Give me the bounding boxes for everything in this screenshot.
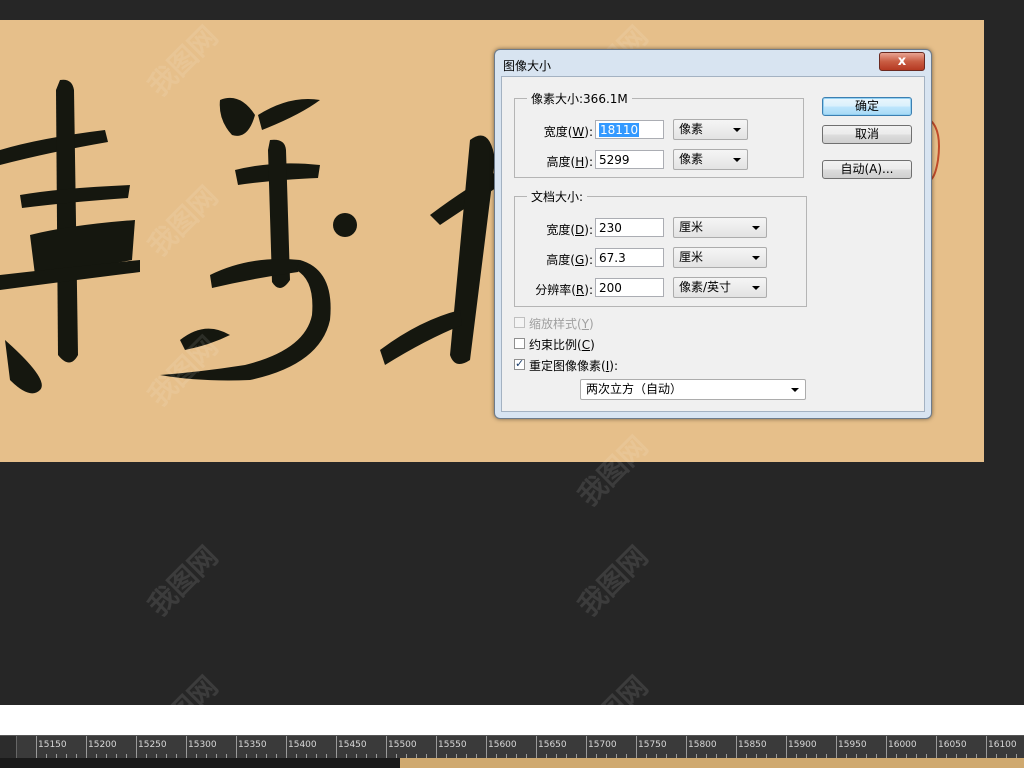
pixel-height-unit-select[interactable]: 像素 <box>673 149 748 170</box>
dialog-title: 图像大小 <box>503 59 552 73</box>
ruler-label: 15200 <box>88 740 117 750</box>
ruler-label: 16100 <box>988 740 1017 750</box>
close-button[interactable]: x <box>879 52 925 71</box>
doc-width-unit-select[interactable]: 厘米 <box>673 217 767 238</box>
ruler-tick <box>786 736 787 758</box>
doc-height-unit-select[interactable]: 厘米 <box>673 247 767 268</box>
resolution-label: 分辨率(R): <box>535 283 593 297</box>
ruler-tick <box>86 736 87 758</box>
chevron-down-icon <box>752 256 760 260</box>
doc-width-label: 宽度(D): <box>546 223 593 237</box>
ruler-tick <box>386 736 387 758</box>
ruler-label: 15400 <box>288 740 317 750</box>
ok-button[interactable]: 确定 <box>822 97 912 116</box>
chevron-down-icon <box>752 226 760 230</box>
resample-label: 重定图像像素(I): <box>529 359 618 373</box>
ruler-label: 16000 <box>888 740 917 750</box>
chevron-down-icon <box>752 286 760 290</box>
ruler-tick <box>586 736 587 758</box>
doc-width-input[interactable]: 230 <box>595 218 664 237</box>
cancel-button[interactable]: 取消 <box>822 125 912 144</box>
ruler-label: 15150 <box>38 740 67 750</box>
ruler-label: 15750 <box>638 740 667 750</box>
watermark: 我图网 <box>141 539 225 623</box>
ruler-tick <box>486 736 487 758</box>
ruler-label: 15350 <box>238 740 267 750</box>
ruler-tick <box>436 736 437 758</box>
constrain-proportions-label: 约束比例(C) <box>529 338 595 352</box>
ruler-tick <box>986 736 987 758</box>
dialog-body: 像素大小:366.1M 宽度(W): 18110 像素 高度(H): 5299 … <box>501 76 925 412</box>
resample-checkbox[interactable]: ✓ <box>514 357 525 370</box>
ruler-tick <box>236 736 237 758</box>
doc-height-input[interactable]: 67.3 <box>595 248 664 267</box>
pixel-width-unit-select[interactable]: 像素 <box>673 119 748 140</box>
document-size-label: 文档大小: <box>527 188 588 205</box>
ruler-tick <box>736 736 737 758</box>
checkmark-icon: ✓ <box>515 357 525 370</box>
doc-height-label: 高度(G): <box>546 253 593 267</box>
scale-styles-label: 缩放样式(Y) <box>529 317 594 331</box>
scale-styles-checkbox[interactable] <box>514 317 525 328</box>
pixel-dimensions-group: 像素大小:366.1M 宽度(W): 18110 像素 高度(H): 5299 … <box>514 90 804 178</box>
ruler-tick <box>336 736 337 758</box>
ruler-tick <box>136 736 137 758</box>
dialog-titlebar[interactable]: 图像大小 x <box>495 50 931 76</box>
chevron-down-icon <box>733 158 741 162</box>
ruler-tick <box>186 736 187 758</box>
ruler-label: 15700 <box>588 740 617 750</box>
ruler-label: 15800 <box>688 740 717 750</box>
ruler-tick <box>36 736 37 758</box>
pixel-height-input[interactable]: 5299 <box>595 150 664 169</box>
pixel-height-label: 高度(H): <box>546 155 593 169</box>
ruler-label: 15900 <box>788 740 817 750</box>
ruler-label: 15650 <box>538 740 567 750</box>
pixel-width-label: 宽度(W): <box>543 125 593 139</box>
chevron-down-icon <box>733 128 741 132</box>
auto-button[interactable]: 自动(A)... <box>822 160 912 179</box>
pixel-width-input[interactable]: 18110 <box>595 120 664 139</box>
image-size-dialog: 图像大小 x 像素大小:366.1M 宽度(W): 18110 像素 高度(H)… <box>494 49 932 419</box>
ruler-label: 15250 <box>138 740 167 750</box>
ruler-tick <box>686 736 687 758</box>
ruler-label: 15300 <box>188 740 217 750</box>
ruler-tick <box>836 736 837 758</box>
resolution-unit-select[interactable]: 像素/英寸 <box>673 277 767 298</box>
ruler-label: 15450 <box>338 740 367 750</box>
canvas-preview-strip <box>0 758 1024 768</box>
ruler-tick <box>936 736 937 758</box>
document-size-group: 文档大小: 宽度(D): 230 厘米 高度(G): 67.3 厘米 分辨率(R… <box>514 188 807 307</box>
ruler-label: 15500 <box>388 740 417 750</box>
ruler-tick <box>536 736 537 758</box>
resample-method-select[interactable]: 两次立方（自动） <box>580 379 806 400</box>
ruler-tick <box>636 736 637 758</box>
ruler-tick <box>886 736 887 758</box>
ruler-label: 15550 <box>438 740 467 750</box>
close-icon: x <box>897 54 907 69</box>
constrain-proportions-checkbox[interactable] <box>514 338 525 349</box>
artwork-edge <box>400 758 1024 768</box>
ruler-label: 15850 <box>738 740 767 750</box>
document-strip <box>0 705 1024 735</box>
ruler-origin[interactable] <box>0 736 17 758</box>
ruler-label: 16050 <box>938 740 967 750</box>
chevron-down-icon <box>791 388 799 392</box>
watermark: 我图网 <box>571 539 655 623</box>
ruler-tick <box>286 736 287 758</box>
ruler-label: 15600 <box>488 740 517 750</box>
horizontal-ruler[interactable]: 15150 15200 15250 15300 15350 15400 15450 15500… <box>0 735 1024 758</box>
resolution-input[interactable]: 200 <box>595 278 664 297</box>
pixel-dimensions-label: 像素大小:366.1M <box>527 90 632 107</box>
ruler-label: 15950 <box>838 740 867 750</box>
